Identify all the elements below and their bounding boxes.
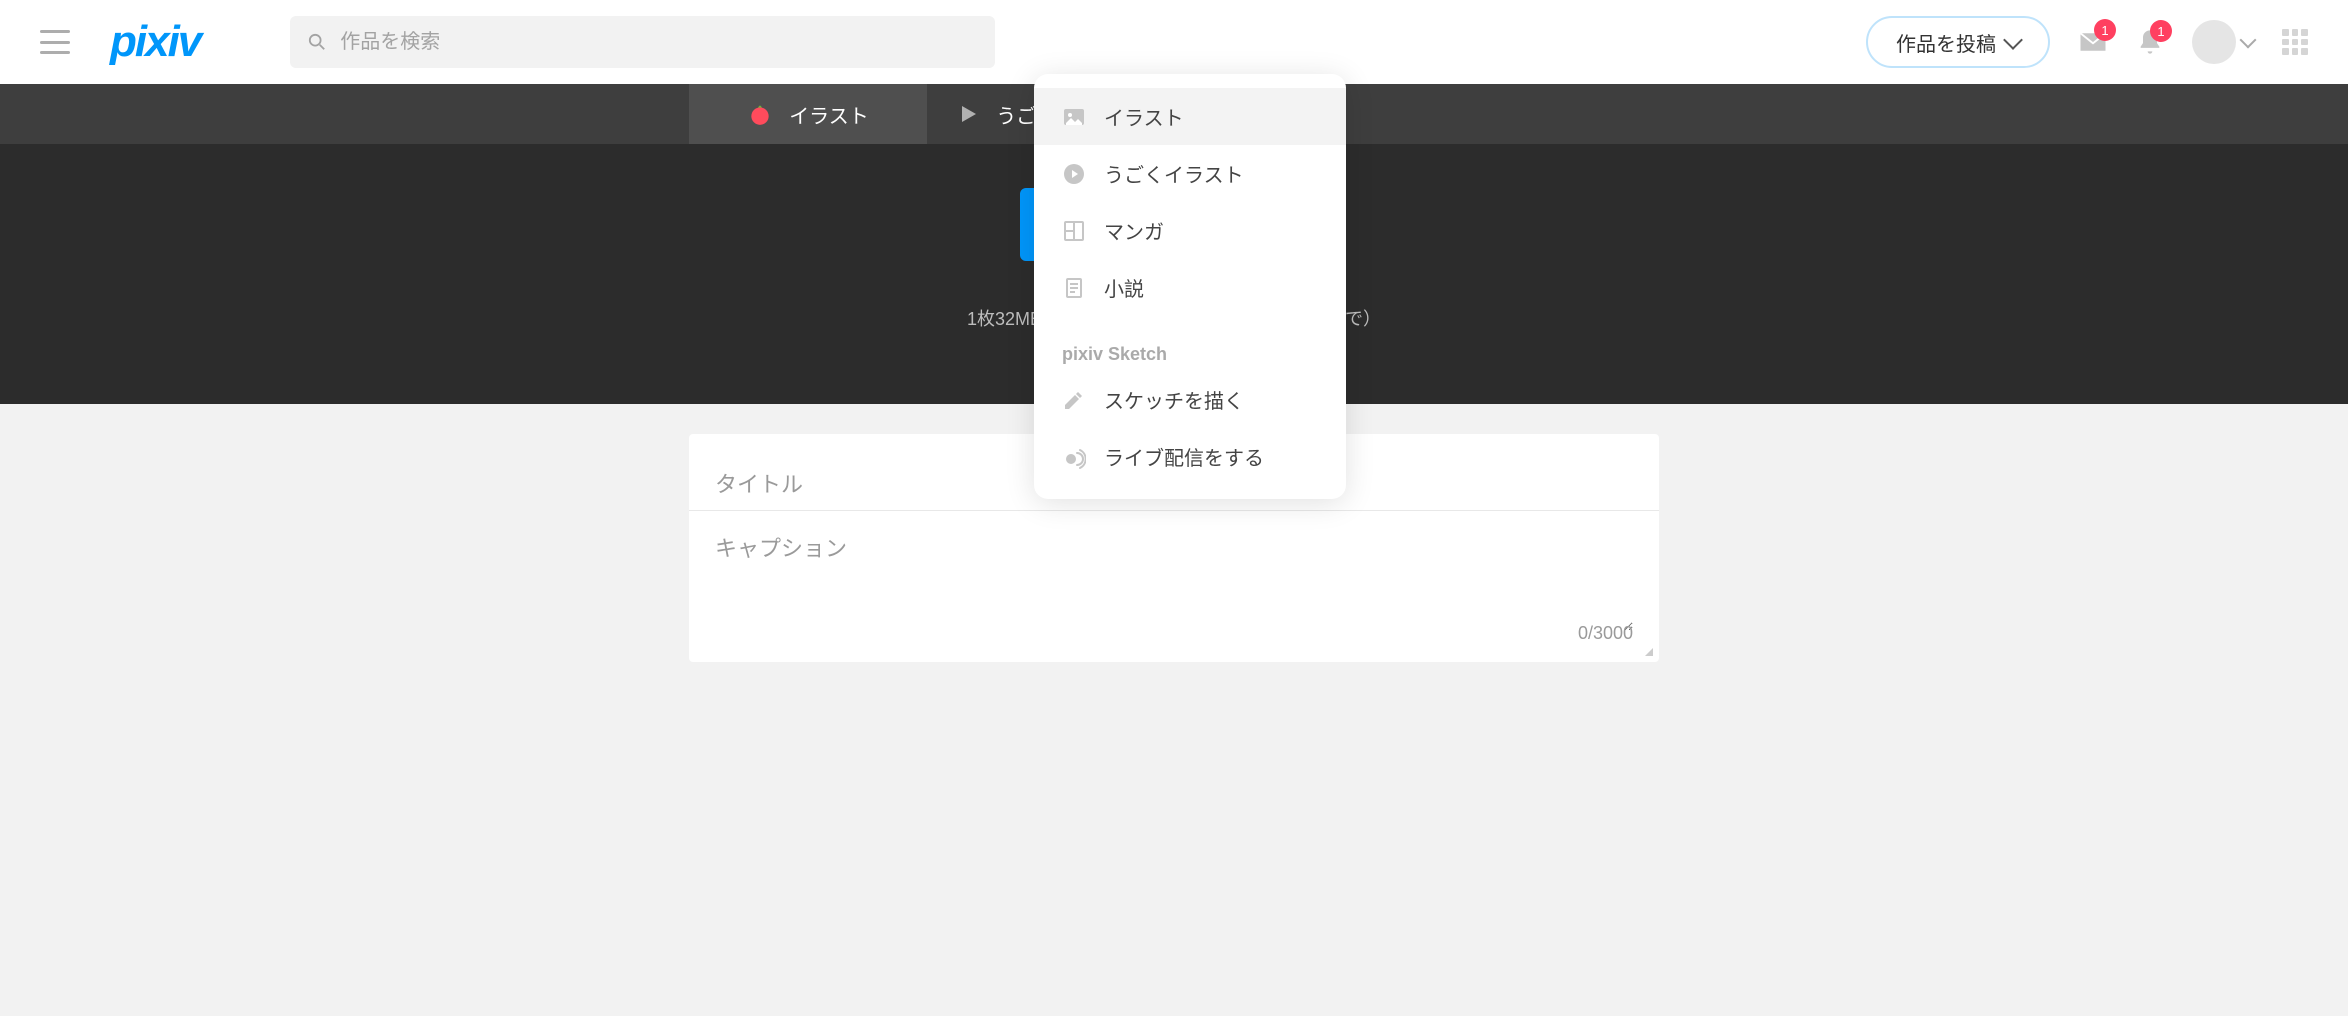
post-work-label: 作品を投稿 xyxy=(1896,28,1996,57)
play-icon xyxy=(956,102,980,126)
caption-textarea[interactable] xyxy=(715,511,1633,631)
dropdown-label: ライブ配信をする xyxy=(1104,442,1264,471)
chevron-down-icon xyxy=(2240,32,2257,49)
tab-label: イラスト xyxy=(789,100,869,129)
bell-badge: 1 xyxy=(2150,20,2172,42)
chevron-down-icon xyxy=(2003,30,2023,50)
avatar-menu[interactable] xyxy=(2192,20,2254,64)
dropdown-label: イラスト xyxy=(1104,102,1184,131)
search-input[interactable] xyxy=(338,30,977,55)
dropdown-label: 小説 xyxy=(1104,273,1144,302)
panels-icon xyxy=(1062,219,1086,243)
broadcast-icon xyxy=(1062,445,1086,469)
play-icon xyxy=(1062,162,1086,186)
mail-badge: 1 xyxy=(2094,19,2116,41)
search-icon xyxy=(308,33,326,51)
pencil-icon xyxy=(1062,388,1086,412)
tab-illust[interactable]: イラスト xyxy=(689,84,927,144)
avatar xyxy=(2192,20,2236,64)
dropdown-item-ugoira[interactable]: うごくイラスト xyxy=(1034,145,1346,202)
header-right: 作品を投稿 1 1 xyxy=(1866,16,2308,68)
mail-button[interactable]: 1 xyxy=(2078,27,2108,57)
dropdown-item-sketch[interactable]: スケッチを描く xyxy=(1034,371,1346,428)
logo[interactable]: pixiv xyxy=(110,17,200,67)
dropdown-label: マンガ xyxy=(1104,216,1164,245)
dropdown-section-label: pixiv Sketch xyxy=(1034,330,1346,371)
post-work-dropdown: イラスト うごくイラスト マンガ 小説 pixiv Sketch スケ xyxy=(1034,74,1346,499)
apps-grid-icon[interactable] xyxy=(2282,29,2308,55)
dropdown-item-live[interactable]: ライブ配信をする xyxy=(1034,428,1346,485)
dropdown-item-manga[interactable]: マンガ xyxy=(1034,202,1346,259)
bell-button[interactable]: 1 xyxy=(2136,28,2164,56)
caption-counter: 0/3000 xyxy=(1578,623,1633,644)
search-box[interactable] xyxy=(290,16,995,68)
resize-handle[interactable] xyxy=(1639,642,1655,658)
illust-icon xyxy=(747,101,773,127)
image-icon xyxy=(1062,105,1086,129)
dropdown-item-novel[interactable]: 小説 xyxy=(1034,259,1346,316)
dropdown-label: スケッチを描く xyxy=(1104,385,1244,414)
dropdown-label: うごくイラスト xyxy=(1104,159,1244,188)
hamburger-icon[interactable] xyxy=(40,30,70,54)
post-work-button[interactable]: 作品を投稿 xyxy=(1866,16,2050,68)
top-bar: pixiv 作品を投稿 1 1 イラスト xyxy=(0,0,2348,84)
document-icon xyxy=(1062,276,1086,300)
dropdown-item-illust[interactable]: イラスト xyxy=(1034,88,1346,145)
